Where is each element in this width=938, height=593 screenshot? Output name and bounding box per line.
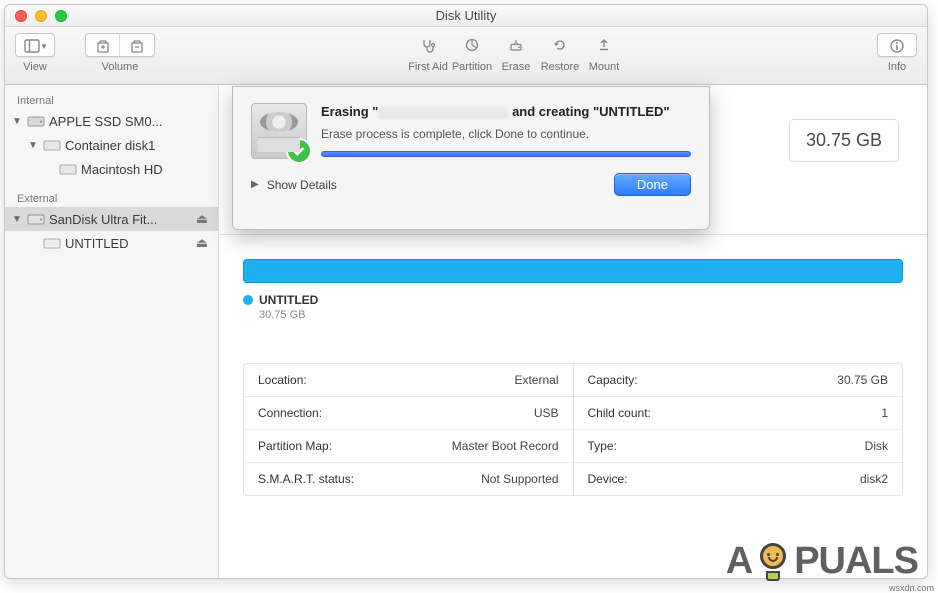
volume-remove-icon: [129, 38, 145, 54]
sidebar: Internal ▼ APPLE SSD SM0... ▼ Container …: [5, 85, 219, 578]
mount-button[interactable]: [582, 33, 626, 57]
info-button[interactable]: [878, 34, 916, 57]
external-disk-icon: [27, 211, 45, 227]
info-table: Location:External Connection:USB Partiti…: [243, 363, 903, 496]
sidebar-item-volume-untitled[interactable]: UNTITLED ⏏: [5, 231, 218, 255]
usage-legend: UNTITLED: [243, 293, 903, 307]
toolbar: ▾ View Volume First Aid: [5, 27, 927, 85]
volume-add-icon: [95, 38, 111, 54]
info-row-child-count: Child count:1: [574, 397, 903, 430]
success-check-icon: [286, 138, 312, 164]
sidebar-header-internal: Internal: [5, 91, 218, 109]
partition-label: Partition: [452, 61, 492, 73]
toolbar-center: First Aid Partition Erase Restore: [406, 33, 626, 73]
eject-icon[interactable]: ⏏: [196, 235, 208, 251]
sidebar-item-label: APPLE SSD SM0...: [49, 114, 208, 129]
info-row-capacity: Capacity:30.75 GB: [574, 364, 903, 397]
progress-bar: [321, 151, 691, 157]
toolbar-view-group: ▾ View: [15, 33, 55, 73]
volume-remove-button[interactable]: [120, 34, 154, 57]
disclosure-triangle-icon[interactable]: ▼: [11, 214, 23, 225]
info-row-type: Type:Disk: [574, 430, 903, 463]
disclosure-triangle-icon: ▶: [251, 179, 259, 190]
partition-button[interactable]: [450, 33, 494, 57]
chevron-down-icon: ▾: [42, 41, 47, 52]
info-label: Info: [888, 61, 906, 73]
sidebar-item-external-disk[interactable]: ▼ SanDisk Ultra Fit... ⏏: [5, 207, 218, 231]
legend-dot-icon: [243, 295, 253, 305]
internal-disk-icon: [43, 137, 61, 153]
info-icon: [889, 38, 905, 54]
erase-complete-sheet: Erasing " and creating "UNTITLED" Erase …: [232, 86, 710, 230]
done-button[interactable]: Done: [614, 173, 691, 196]
info-row-partition-map: Partition Map:Master Boot Record: [244, 430, 573, 463]
erase-icon: [508, 37, 524, 53]
mount-icon: [596, 37, 612, 53]
sidebar-item-internal-disk[interactable]: ▼ APPLE SSD SM0...: [5, 109, 218, 133]
legend-size: 30.75 GB: [259, 309, 903, 321]
erase-button[interactable]: [494, 33, 538, 57]
watermark-logo: A PUALS: [726, 540, 918, 583]
sheet-message: Erase process is complete, click Done to…: [321, 127, 691, 141]
info-row-smart: S.M.A.R.T. status:Not Supported: [244, 463, 573, 495]
show-details-toggle[interactable]: ▶ Show Details: [251, 178, 337, 192]
sidebar-item-label: Macintosh HD: [81, 162, 208, 177]
volume-add-button[interactable]: [86, 34, 120, 57]
info-row-location: Location:External: [244, 364, 573, 397]
erase-label: Erase: [502, 61, 531, 73]
disk-size-pill: 30.75 GB: [789, 119, 899, 162]
firstaid-label: First Aid: [408, 61, 448, 73]
sidebar-icon: [24, 38, 40, 54]
window-title: Disk Utility: [5, 8, 927, 23]
piechart-icon: [464, 37, 480, 53]
sheet-title: Erasing " and creating "UNTITLED": [321, 103, 691, 121]
toolbar-volume-group: Volume: [85, 33, 155, 73]
restore-label: Restore: [541, 61, 580, 73]
info-row-device: Device:disk2: [574, 463, 903, 495]
eject-icon[interactable]: ⏏: [196, 211, 208, 227]
stethoscope-icon: [420, 37, 436, 53]
show-details-label: Show Details: [267, 178, 337, 192]
toolbar-info-group: Info: [877, 33, 917, 73]
restore-button[interactable]: [538, 33, 582, 57]
titlebar: Disk Utility: [5, 5, 927, 27]
sidebar-item-container[interactable]: ▼ Container disk1: [5, 133, 218, 157]
sidebar-item-label: SanDisk Ultra Fit...: [49, 212, 192, 227]
info-row-connection: Connection:USB: [244, 397, 573, 430]
mount-label: Mount: [589, 61, 620, 73]
restore-icon: [552, 37, 568, 53]
sidebar-header-external: External: [5, 189, 218, 207]
sidebar-item-label: Container disk1: [65, 138, 208, 153]
lightbulb-icon: [754, 543, 792, 581]
legend-name: UNTITLED: [259, 293, 318, 307]
sidebar-item-volume-macintosh-hd[interactable]: Macintosh HD: [5, 157, 218, 181]
internal-disk-icon: [59, 161, 77, 177]
external-disk-icon: [43, 235, 61, 251]
view-button[interactable]: ▾: [16, 34, 54, 57]
firstaid-button[interactable]: [406, 33, 450, 57]
disclosure-triangle-icon[interactable]: ▼: [27, 140, 39, 151]
disk-icon: [251, 103, 307, 159]
watermark-source: wsxdn.com: [889, 583, 934, 593]
internal-disk-icon: [27, 113, 45, 129]
redacted-disk-name: [378, 107, 508, 119]
view-label: View: [23, 61, 47, 73]
sidebar-item-label: UNTITLED: [65, 236, 192, 251]
disclosure-triangle-icon[interactable]: ▼: [11, 116, 23, 127]
usage-bar: [243, 259, 903, 283]
volume-label: Volume: [102, 61, 139, 73]
